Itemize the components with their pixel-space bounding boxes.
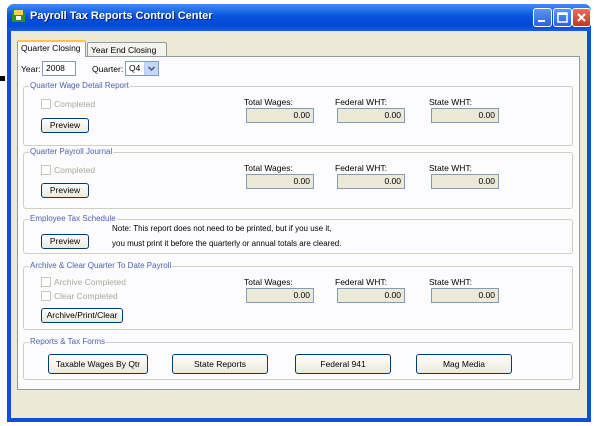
clear-completed-checkbox[interactable] <box>41 291 51 301</box>
archive-federal-label: Federal WHT: <box>335 277 387 287</box>
quarter-wage-preview-label: Preview <box>49 120 81 130</box>
federal-941-button[interactable]: Federal 941 <box>295 354 391 374</box>
year-input[interactable]: 2008 <box>42 61 76 76</box>
archive-title: Archive & Clear Quarter To Date Payroll <box>29 261 173 270</box>
mag-media-label: Mag Media <box>442 359 486 369</box>
quarter-wage-title: Quarter Wage Detail Report <box>29 81 130 90</box>
quarter-wage-preview-button[interactable]: Preview <box>41 118 89 133</box>
payroll-journal-completed-checkbox[interactable] <box>41 165 51 175</box>
maximize-button[interactable] <box>553 8 572 27</box>
taxable-wages-by-qtr-label: Taxable Wages By Qtr <box>55 359 141 369</box>
title-bar[interactable]: Payroll Tax Reports Control Center <box>7 4 591 31</box>
archive-total-wages-label: Total Wages: <box>244 277 293 287</box>
quarter-wage-total-wages: 0.00 <box>246 108 314 123</box>
minimize-icon <box>538 20 545 22</box>
archive-state-wht: 0.00 <box>431 288 499 303</box>
archive-print-clear-button[interactable]: Archive/Print/Clear <box>41 308 123 323</box>
tax-schedule-note-line2: you must print it before the quarterly o… <box>112 239 342 248</box>
close-icon <box>577 13 586 22</box>
payroll-journal-group: Quarter Payroll Journal Completed Previe… <box>23 147 573 209</box>
quarter-wage-federal-label: Federal WHT: <box>335 97 387 107</box>
payroll-journal-federal-label: Federal WHT: <box>335 163 387 173</box>
quarter-wage-completed-checkbox[interactable] <box>41 99 51 109</box>
tax-schedule-title: Employee Tax Schedule <box>29 214 117 223</box>
archive-federal-wht: 0.00 <box>337 288 405 303</box>
close-button[interactable] <box>572 8 591 27</box>
reports-group: Reports & Tax Forms Taxable Wages By Qtr… <box>23 337 573 380</box>
quarter-value: Q4 <box>129 63 141 73</box>
bullet-marker <box>0 76 5 81</box>
payroll-journal-preview-label: Preview <box>49 185 81 195</box>
quarter-wage-state-label: State WHT: <box>429 97 472 107</box>
payroll-journal-title: Quarter Payroll Journal <box>29 147 114 156</box>
window-title: Payroll Tax Reports Control Center <box>30 10 213 22</box>
payroll-journal-state-label: State WHT: <box>429 163 472 173</box>
archive-group: Archive & Clear Quarter To Date Payroll … <box>23 261 573 330</box>
archive-completed-checkbox[interactable] <box>41 277 51 287</box>
quarter-wage-total-wages-label: Total Wages: <box>244 97 293 107</box>
tab-year-end-closing[interactable]: Year End Closing <box>87 42 167 57</box>
maximize-icon <box>557 12 568 23</box>
clear-completed-label: Clear Completed <box>54 291 118 301</box>
archive-completed-label: Archive Completed <box>54 277 126 287</box>
payroll-journal-state-wht: 0.00 <box>431 174 499 189</box>
quarter-select[interactable]: Q4 <box>125 61 159 76</box>
app-window: Payroll Tax Reports Control Center Quart… <box>7 4 591 422</box>
quarter-wage-state-wht: 0.00 <box>431 108 499 123</box>
tax-schedule-preview-button[interactable]: Preview <box>41 234 89 249</box>
tab-year-end-closing-label: Year End Closing <box>91 45 157 55</box>
reports-title: Reports & Tax Forms <box>29 337 106 346</box>
federal-941-label: Federal 941 <box>320 359 366 369</box>
archive-state-label: State WHT: <box>429 277 472 287</box>
quarter-wage-completed-label: Completed <box>54 99 96 109</box>
year-label: Year: <box>21 64 41 74</box>
state-reports-button[interactable]: State Reports <box>172 354 268 374</box>
dialog-client-area: Quarter Closing Year End Closing Year: 2… <box>11 31 587 418</box>
tax-schedule-group: Employee Tax Schedule Preview Note: This… <box>23 214 573 254</box>
quarter-wage-group: Quarter Wage Detail Report Completed Pre… <box>23 81 573 146</box>
tab-quarter-closing[interactable]: Quarter Closing <box>17 40 86 57</box>
archive-print-clear-label: Archive/Print/Clear <box>46 310 118 320</box>
payroll-journal-federal-wht: 0.00 <box>337 174 405 189</box>
minimize-button[interactable] <box>533 8 552 27</box>
tax-schedule-note-line1: Note: This report does not need to be pr… <box>112 224 332 233</box>
payroll-journal-total-wages: 0.00 <box>246 174 314 189</box>
taxable-wages-by-qtr-button[interactable]: Taxable Wages By Qtr <box>48 354 148 374</box>
state-reports-label: State Reports <box>194 359 246 369</box>
year-value: 2008 <box>46 63 65 73</box>
payroll-journal-completed-label: Completed <box>54 165 96 175</box>
archive-total-wages: 0.00 <box>246 288 314 303</box>
quarter-wage-federal-wht: 0.00 <box>337 108 405 123</box>
app-icon <box>12 10 25 22</box>
mag-media-button[interactable]: Mag Media <box>416 354 512 374</box>
quarter-closing-panel: Year: 2008 Quarter: Q4 Quarter Wage Deta… <box>17 56 580 390</box>
quarter-label: Quarter: <box>92 64 124 74</box>
tax-schedule-preview-label: Preview <box>49 236 81 246</box>
payroll-journal-total-wages-label: Total Wages: <box>244 163 293 173</box>
tab-quarter-closing-label: Quarter Closing <box>21 43 81 53</box>
payroll-journal-preview-button[interactable]: Preview <box>41 183 89 198</box>
chevron-down-icon[interactable] <box>144 62 158 75</box>
